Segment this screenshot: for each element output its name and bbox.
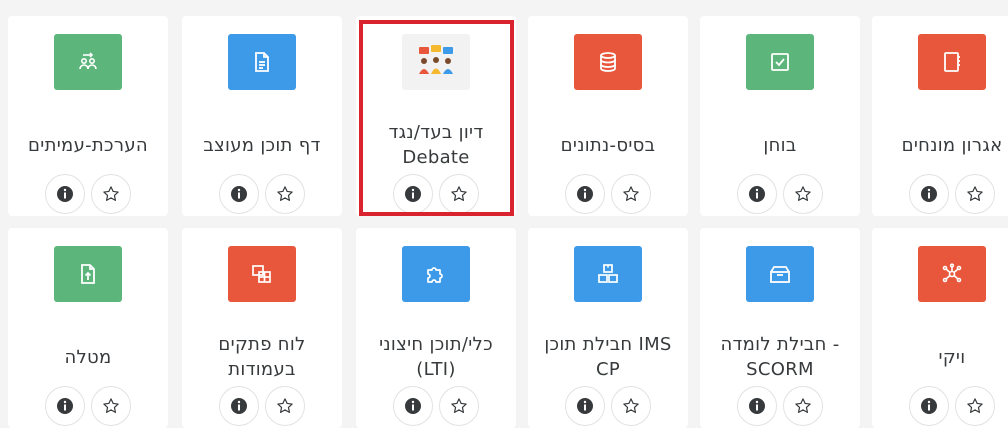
star-button[interactable]	[611, 386, 651, 426]
info-button[interactable]	[737, 386, 777, 426]
activity-name: אגרון מונחים	[901, 134, 1003, 156]
activity-name: הערכת-עמיתים	[28, 134, 148, 156]
activity-name: דף תוכן מעוצב	[203, 134, 321, 156]
info-button[interactable]	[219, 386, 259, 426]
puzzle-icon	[402, 246, 470, 302]
star-button[interactable]	[439, 386, 479, 426]
info-icon	[577, 398, 593, 414]
activity-name: חבילת תוכן IMS CP	[544, 334, 672, 380]
star-icon	[795, 186, 811, 201]
star-icon	[967, 398, 983, 413]
star-icon	[277, 186, 293, 201]
activity-name: לוח פתקים בעמודות	[218, 334, 306, 380]
selection-highlight	[359, 20, 514, 216]
star-icon	[103, 186, 119, 201]
glossary-icon	[918, 34, 986, 90]
board-icon	[228, 246, 296, 302]
activity-name: בסיס-נתונים	[560, 134, 656, 156]
activity-tile-board[interactable]: לוח פתקים בעמודות	[182, 228, 342, 428]
info-button[interactable]	[219, 174, 259, 214]
star-icon	[103, 398, 119, 413]
info-icon	[405, 398, 421, 414]
star-icon	[967, 186, 983, 201]
star-button[interactable]	[783, 174, 823, 214]
workshop-icon	[54, 34, 122, 90]
activity-name: חבילת לומדה - SCORM	[720, 334, 840, 380]
scorm-package-icon	[746, 246, 814, 302]
info-button[interactable]	[565, 386, 605, 426]
activity-tile-quiz[interactable]: בוחן	[700, 16, 860, 216]
info-icon	[231, 398, 247, 414]
star-button[interactable]	[265, 386, 305, 426]
activity-tile-wiki[interactable]: ויקי	[872, 228, 1008, 428]
info-icon	[231, 186, 247, 202]
database-icon	[574, 34, 642, 90]
info-icon	[57, 398, 73, 414]
star-button[interactable]	[611, 174, 651, 214]
activity-name: כלי/תוכן חיצוני (LTI)	[379, 334, 493, 380]
info-icon	[57, 186, 73, 202]
star-icon	[623, 398, 639, 413]
activity-tile-lti[interactable]: כלי/תוכן חיצוני (LTI)	[356, 228, 516, 428]
activity-name: בוחן	[763, 134, 797, 156]
star-button[interactable]	[265, 174, 305, 214]
star-button[interactable]	[955, 386, 995, 426]
star-icon	[795, 398, 811, 413]
activity-tile-database[interactable]: בסיס-נתונים	[528, 16, 688, 216]
info-button[interactable]	[737, 174, 777, 214]
activity-tile-assignment[interactable]: מטלה	[8, 228, 168, 428]
star-button[interactable]	[91, 174, 131, 214]
activity-tile-scorm[interactable]: חבילת לומדה - SCORM	[700, 228, 860, 428]
info-icon	[921, 186, 937, 202]
info-button[interactable]	[45, 174, 85, 214]
info-button[interactable]	[909, 386, 949, 426]
info-icon	[921, 398, 937, 414]
star-icon	[451, 398, 467, 413]
star-button[interactable]	[783, 386, 823, 426]
info-icon	[749, 186, 765, 202]
activity-tile-glossary[interactable]: אגרון מונחים	[872, 16, 1008, 216]
info-button[interactable]	[565, 174, 605, 214]
info-icon	[749, 398, 765, 414]
activity-name: מטלה	[64, 346, 112, 368]
info-button[interactable]	[909, 174, 949, 214]
ims-package-icon	[574, 246, 642, 302]
star-icon	[623, 186, 639, 201]
star-icon	[277, 398, 293, 413]
star-button[interactable]	[955, 174, 995, 214]
info-icon	[577, 186, 593, 202]
activity-name: ויקי	[938, 346, 966, 368]
star-button[interactable]	[91, 386, 131, 426]
activity-tile-ims-cp[interactable]: חבילת תוכן IMS CP	[528, 228, 688, 428]
assignment-upload-icon	[54, 246, 122, 302]
wiki-icon	[918, 246, 986, 302]
activity-tile-workshop[interactable]: הערכת-עמיתים	[8, 16, 168, 216]
quiz-icon	[746, 34, 814, 90]
info-button[interactable]	[393, 386, 433, 426]
activity-tile-page[interactable]: דף תוכן מעוצב	[182, 16, 342, 216]
page-icon	[228, 34, 296, 90]
info-button[interactable]	[45, 386, 85, 426]
